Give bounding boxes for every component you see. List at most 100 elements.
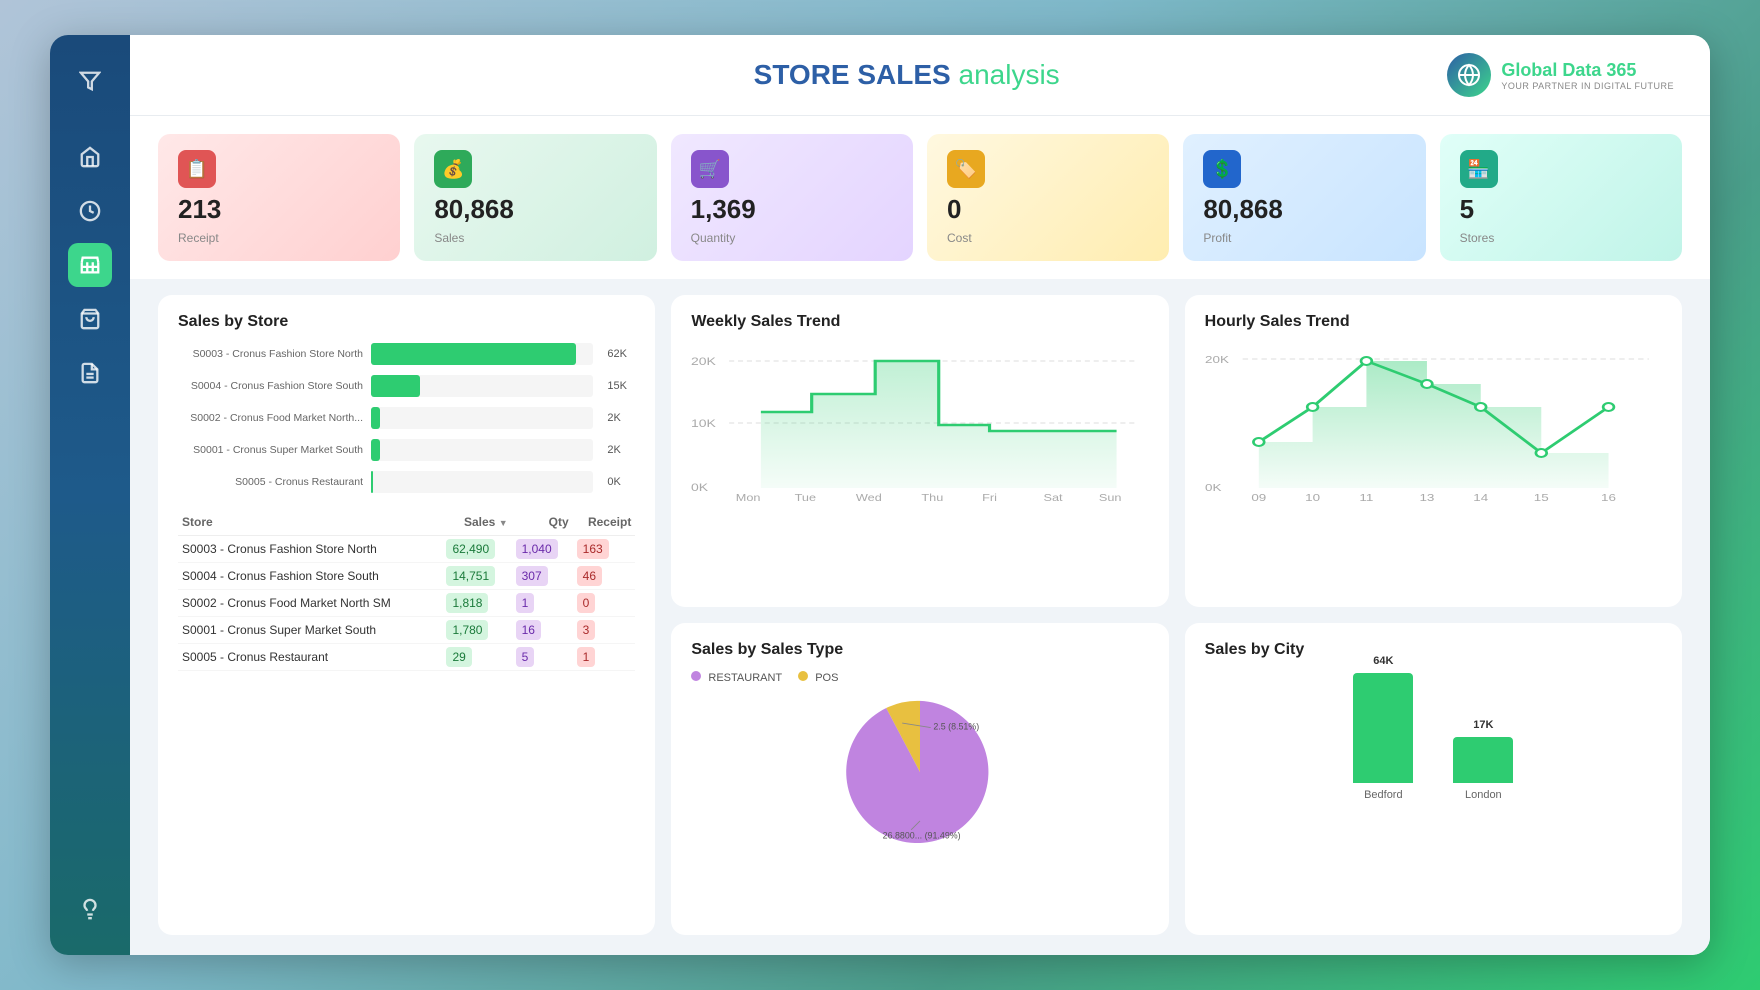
svg-text:Sun: Sun: [1099, 493, 1122, 503]
kpi-value-cost: 0: [947, 194, 961, 225]
cell-qty: 1,040: [512, 536, 573, 563]
bar-value: 2K: [607, 412, 635, 424]
kpi-icon-sales: 💰: [434, 150, 472, 188]
kpi-card-receipt: 📋 213 Receipt: [158, 134, 400, 261]
bar-row: S0001 - Cronus Super Market South 2K: [178, 439, 635, 461]
sidebar-icon-store[interactable]: [68, 243, 112, 287]
col-store: Store: [178, 509, 442, 536]
kpi-label-stores: Stores: [1460, 231, 1495, 245]
main-content: STORE SALES analysis Global Data 365 YOU…: [130, 35, 1710, 955]
kpi-row: 📋 213 Receipt 💰 80,868 Sales 🛒 1,369 Qua…: [130, 116, 1710, 279]
bar-chart: S0003 - Cronus Fashion Store North 62K S…: [178, 343, 635, 493]
table-row: S0001 - Cronus Super Market South 1,780 …: [178, 617, 635, 644]
bar-track: [371, 375, 593, 397]
bar-label: S0002 - Cronus Food Market North...: [178, 412, 363, 424]
svg-text:Wed: Wed: [856, 493, 882, 503]
header: STORE SALES analysis Global Data 365 YOU…: [130, 35, 1710, 116]
kpi-icon-cost: 🏷️: [947, 150, 985, 188]
card-sales-by-city: Sales by City 64K Bedford 17K London: [1185, 623, 1682, 935]
bar-row: S0003 - Cronus Fashion Store North 62K: [178, 343, 635, 365]
kpi-label-profit: Profit: [1203, 231, 1231, 245]
weekly-trend-svg: 20K 10K 0K Mon Tue Wed T: [691, 343, 1148, 503]
sidebar-icon-bag[interactable]: [68, 297, 112, 341]
bar-track: [371, 471, 593, 493]
sidebar-icon-dashboard[interactable]: [68, 189, 112, 233]
bar-value: 62K: [607, 348, 635, 360]
sidebar-icon-filter[interactable]: [68, 59, 112, 103]
sidebar-icon-home[interactable]: [68, 135, 112, 179]
sales-type-title: Sales by Sales Type: [691, 641, 1148, 659]
kpi-value-profit: 80,868: [1203, 194, 1283, 225]
store-table: Store Sales ▼ Qty Receipt S0003 - Cronus…: [178, 509, 635, 671]
cell-qty: 5: [512, 644, 573, 671]
cell-store: S0005 - Cronus Restaurant: [178, 644, 442, 671]
svg-text:16: 16: [1601, 492, 1616, 503]
kpi-icon-profit: 💲: [1203, 150, 1241, 188]
legend-pos: POS: [798, 671, 838, 684]
svg-text:10: 10: [1305, 492, 1320, 503]
bar-value: 2K: [607, 444, 635, 456]
bar-label: S0005 - Cronus Restaurant: [178, 476, 363, 488]
city-bar-fill-london: [1453, 737, 1513, 783]
cell-store: S0003 - Cronus Fashion Store North: [178, 536, 442, 563]
table-row: S0004 - Cronus Fashion Store South 14,75…: [178, 563, 635, 590]
brand-logo: Global Data 365 YOUR PARTNER IN DIGITAL …: [1447, 53, 1674, 97]
app-container: STORE SALES analysis Global Data 365 YOU…: [50, 35, 1710, 955]
bar-label: S0001 - Cronus Super Market South: [178, 444, 363, 456]
sidebar-icon-bulb[interactable]: [68, 887, 112, 931]
cell-receipt: 0: [573, 590, 636, 617]
cell-receipt: 46: [573, 563, 636, 590]
card-hourly-trend: Hourly Sales Trend 20K 0K: [1185, 295, 1682, 607]
svg-text:0K: 0K: [691, 481, 709, 493]
bar-label: S0004 - Cronus Fashion Store South: [178, 380, 363, 392]
weekly-trend-chart: 20K 10K 0K Mon Tue Wed T: [691, 343, 1148, 523]
svg-text:Tue: Tue: [795, 493, 816, 503]
bar-track: [371, 343, 593, 365]
hourly-trend-svg: 20K 0K: [1205, 343, 1662, 503]
kpi-label-receipt: Receipt: [178, 231, 219, 245]
svg-text:15: 15: [1533, 492, 1548, 503]
cell-store: S0002 - Cronus Food Market North SM: [178, 590, 442, 617]
svg-text:26.8800... (91.49%): 26.8800... (91.49%): [883, 831, 961, 841]
bar-fill: [371, 375, 420, 397]
svg-text:09: 09: [1251, 492, 1266, 503]
svg-text:14: 14: [1473, 492, 1488, 503]
bar-fill: [371, 471, 373, 493]
kpi-icon-stores: 🏪: [1460, 150, 1498, 188]
pie-chart-svg: 2.5 (8.51%) 26.8800... (91.49%): [830, 692, 1010, 852]
cell-qty: 16: [512, 617, 573, 644]
sales-by-store-title: Sales by Store: [178, 313, 635, 331]
kpi-value-sales: 80,868: [434, 194, 514, 225]
hourly-trend-title: Hourly Sales Trend: [1205, 313, 1662, 331]
kpi-value-stores: 5: [1460, 194, 1474, 225]
col-sales[interactable]: Sales ▼: [442, 509, 511, 536]
card-sales-by-store: Sales by Store S0003 - Cronus Fashion St…: [158, 295, 655, 935]
cell-sales: 14,751: [442, 563, 511, 590]
sidebar: [50, 35, 130, 955]
kpi-value-receipt: 213: [178, 194, 221, 225]
svg-text:20K: 20K: [1205, 354, 1229, 366]
svg-text:2.5 (8.51%): 2.5 (8.51%): [933, 721, 979, 731]
kpi-card-sales: 💰 80,868 Sales: [414, 134, 656, 261]
brand-icon: [1447, 53, 1491, 97]
svg-text:Sat: Sat: [1044, 493, 1064, 503]
kpi-card-profit: 💲 80,868 Profit: [1183, 134, 1425, 261]
svg-text:13: 13: [1419, 492, 1434, 503]
col-qty: Qty: [512, 509, 573, 536]
kpi-card-cost: 🏷️ 0 Cost: [927, 134, 1169, 261]
kpi-label-cost: Cost: [947, 231, 972, 245]
svg-text:0K: 0K: [1205, 482, 1222, 494]
cell-store: S0004 - Cronus Fashion Store South: [178, 563, 442, 590]
cell-sales: 29: [442, 644, 511, 671]
dashboard-grid: Sales by Store S0003 - Cronus Fashion St…: [130, 279, 1710, 955]
bar-label: S0003 - Cronus Fashion Store North: [178, 348, 363, 360]
card-sales-by-type: Sales by Sales Type RESTAURANT POS: [671, 623, 1168, 935]
sidebar-icon-docs[interactable]: [68, 351, 112, 395]
kpi-label-quantity: Quantity: [691, 231, 736, 245]
bar-row: S0004 - Cronus Fashion Store South 15K: [178, 375, 635, 397]
table-row: S0005 - Cronus Restaurant 29 5 1: [178, 644, 635, 671]
city-bar-fill-bedford: [1353, 673, 1413, 783]
kpi-card-stores: 🏪 5 Stores: [1440, 134, 1682, 261]
sales-city-title: Sales by City: [1205, 641, 1662, 659]
svg-text:Mon: Mon: [736, 493, 761, 503]
